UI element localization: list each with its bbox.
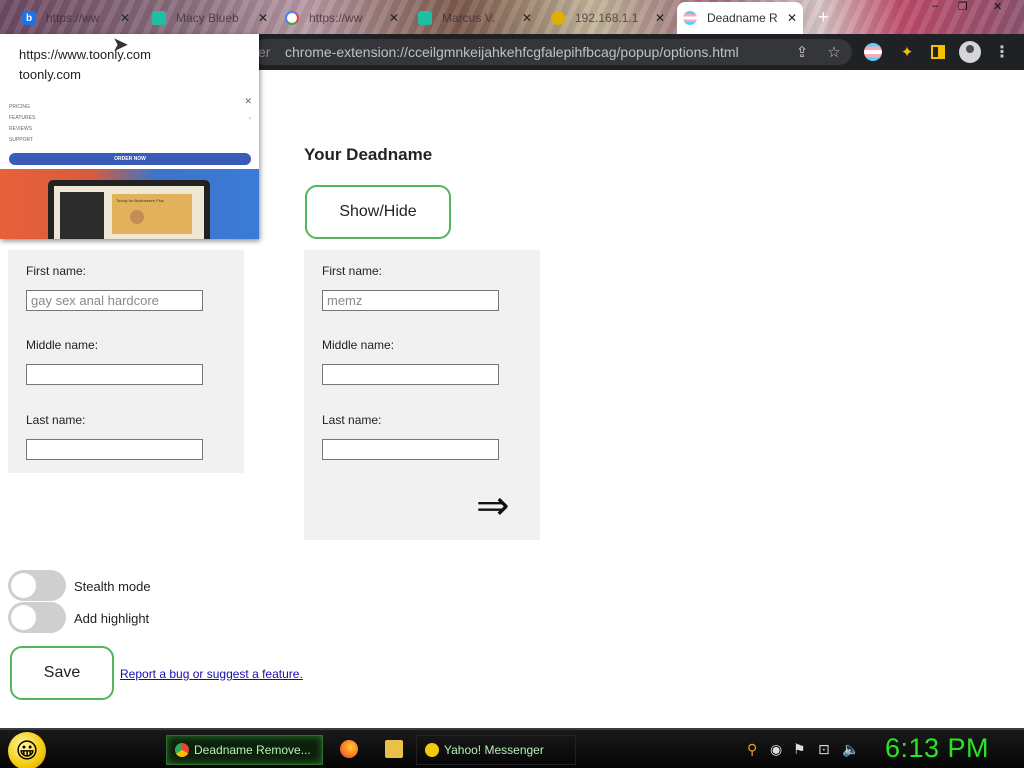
tab-5[interactable]: 192.168.1.1 ✕ bbox=[545, 4, 671, 32]
tab-deadname-active[interactable]: Deadname R ✕ bbox=[677, 2, 803, 34]
tab-1[interactable]: b https://ww ✕ bbox=[16, 4, 136, 32]
network-icon[interactable]: ⊡ bbox=[818, 741, 830, 758]
messenger-status-icon[interactable]: ◉ bbox=[770, 741, 782, 758]
last-name-label: Last name: bbox=[322, 413, 382, 427]
first-name-label: First name: bbox=[322, 264, 383, 278]
thumbnail-card-text: Toonly for Businesses Plus bbox=[116, 198, 164, 203]
close-icon[interactable]: ✕ bbox=[389, 11, 399, 25]
chrome-icon bbox=[175, 743, 189, 757]
thumbnail-chevron-icon: › bbox=[249, 116, 251, 122]
close-icon[interactable]: ✕ bbox=[258, 11, 268, 25]
deadname-panel: First name: Middle name: Last name: bbox=[8, 250, 244, 473]
add-highlight-label: Add highlight bbox=[74, 611, 150, 626]
thumbnail-menu-item: Support bbox=[9, 137, 34, 143]
tab-3[interactable]: https://ww ✕ bbox=[279, 4, 405, 32]
chosen-middle-field[interactable] bbox=[322, 364, 499, 385]
b-favicon-icon: b bbox=[22, 11, 36, 25]
mouse-cursor-icon: ➤ bbox=[112, 34, 129, 56]
address-bar[interactable]: er chrome-extension://cceilgmnkeijahkehf… bbox=[252, 39, 852, 65]
chosen-name-panel: First name: Middle name: Last name: ⇒ bbox=[304, 250, 540, 540]
folder-icon[interactable] bbox=[385, 740, 403, 758]
tab-4[interactable]: Marcus V. ✕ bbox=[412, 4, 538, 32]
start-smiley-button[interactable]: 😀 bbox=[8, 732, 46, 768]
thumbnail-menu-item: Reviews bbox=[9, 126, 33, 132]
bolt-favicon-icon bbox=[418, 11, 432, 25]
laptop-illustration: Toonly for Businesses Plus bbox=[48, 180, 210, 239]
first-name-label: First name: bbox=[26, 264, 87, 278]
tab-2[interactable]: Macy Blueb ✕ bbox=[146, 4, 274, 32]
router-favicon-icon bbox=[551, 11, 565, 25]
share-icon[interactable]: ⇪ bbox=[792, 42, 812, 62]
tab-label: https://ww bbox=[309, 11, 363, 25]
thumbnail-hero-image: Toonly for Businesses Plus bbox=[0, 169, 259, 239]
page-title: Your Deadname bbox=[304, 145, 433, 164]
preview-domain: toonly.com bbox=[19, 67, 81, 82]
bolt-favicon-icon bbox=[152, 11, 166, 25]
report-bug-link[interactable]: Report a bug or suggest a feature. bbox=[120, 667, 303, 681]
google-favicon-icon bbox=[285, 11, 299, 25]
address-fragment: er bbox=[258, 44, 271, 60]
system-clock: 6:13 PM bbox=[885, 733, 990, 763]
close-icon[interactable]: ✕ bbox=[120, 11, 130, 25]
thumbnail-menu: Pricing Features Reviews Support ✕ › ORD… bbox=[0, 92, 259, 169]
address-text: chrome-extension://cceilgmnkeijahkehfcgf… bbox=[285, 44, 739, 60]
stealth-mode-toggle[interactable] bbox=[8, 570, 66, 601]
tab-label: Macy Blueb bbox=[176, 11, 239, 25]
close-icon[interactable]: ✕ bbox=[522, 11, 532, 25]
search-magnifier-icon[interactable]: ⚲ bbox=[747, 741, 757, 758]
save-button[interactable]: Save bbox=[10, 646, 114, 700]
volume-icon[interactable]: 🔈 bbox=[842, 741, 859, 758]
trans-flag-favicon-icon bbox=[683, 11, 697, 25]
chosen-first-field[interactable] bbox=[322, 290, 499, 311]
taskbar-item-yahoo-messenger[interactable]: Yahoo! Messenger bbox=[416, 735, 576, 765]
kebab-menu-icon[interactable]: ⋮ bbox=[992, 42, 1012, 62]
yahoo-messenger-icon bbox=[425, 743, 439, 757]
firefox-icon[interactable] bbox=[340, 740, 358, 758]
new-tab-button[interactable]: + bbox=[818, 7, 829, 28]
extensions-puzzle-icon[interactable]: ✦ bbox=[897, 42, 917, 62]
middle-name-label: Middle name: bbox=[322, 338, 395, 352]
action-center-flag-icon[interactable]: ⚑ bbox=[793, 741, 806, 758]
close-icon[interactable]: ✕ bbox=[655, 11, 665, 25]
thumbnail-menu-item: Features bbox=[9, 115, 36, 121]
tab-label: Deadname R bbox=[707, 11, 778, 25]
bookmark-star-icon[interactable]: ☆ bbox=[824, 42, 844, 62]
taskbar-item-label: Deadname Remove... bbox=[194, 743, 311, 757]
thumbnail-menu-item: Pricing bbox=[9, 104, 30, 110]
tab-label: https://ww bbox=[46, 11, 100, 25]
thumbnail-close-icon: ✕ bbox=[244, 96, 252, 106]
os-taskbar: 😀 Deadname Remove... Yahoo! Messenger ⚲ … bbox=[0, 728, 1024, 768]
browser-tab-strip: b https://ww ✕ Macy Blueb ✕ https://ww ✕… bbox=[0, 0, 1024, 34]
taskbar-item-label: Yahoo! Messenger bbox=[444, 743, 544, 757]
preview-thumbnail: Pricing Features Reviews Support ✕ › ORD… bbox=[0, 92, 259, 239]
middle-name-label: Middle name: bbox=[26, 338, 99, 352]
add-highlight-toggle[interactable] bbox=[8, 602, 66, 633]
preview-url: https://www.toonly.com bbox=[19, 47, 151, 62]
taskbar-item-chrome[interactable]: Deadname Remove... bbox=[166, 735, 323, 765]
deadname-middle-field[interactable] bbox=[26, 364, 203, 385]
last-name-label: Last name: bbox=[26, 413, 86, 427]
minimize-button[interactable]: – bbox=[932, 0, 938, 16]
show-hide-button[interactable]: Show/Hide bbox=[305, 185, 451, 239]
close-icon[interactable]: ✕ bbox=[787, 11, 797, 25]
deadname-last-field[interactable] bbox=[26, 439, 203, 460]
tab-label: Marcus V. bbox=[442, 11, 495, 25]
trans-flag-extension-icon[interactable] bbox=[864, 43, 882, 61]
side-panel-icon[interactable] bbox=[928, 42, 948, 62]
restore-button[interactable]: ❐ bbox=[958, 0, 968, 16]
deadname-first-field[interactable] bbox=[26, 290, 203, 311]
stealth-mode-label: Stealth mode bbox=[74, 579, 151, 594]
profile-avatar-icon[interactable] bbox=[959, 41, 981, 63]
chosen-last-field[interactable] bbox=[322, 439, 499, 460]
thumbnail-order-button: ORDER NOW bbox=[9, 153, 251, 165]
tab-label: 192.168.1.1 bbox=[575, 11, 639, 25]
double-arrow-right-icon: ⇒ bbox=[476, 484, 510, 528]
tab-hover-preview: https://www.toonly.com toonly.com ➤ Pric… bbox=[0, 34, 259, 239]
window-close-button[interactable]: ✕ bbox=[993, 0, 1002, 16]
